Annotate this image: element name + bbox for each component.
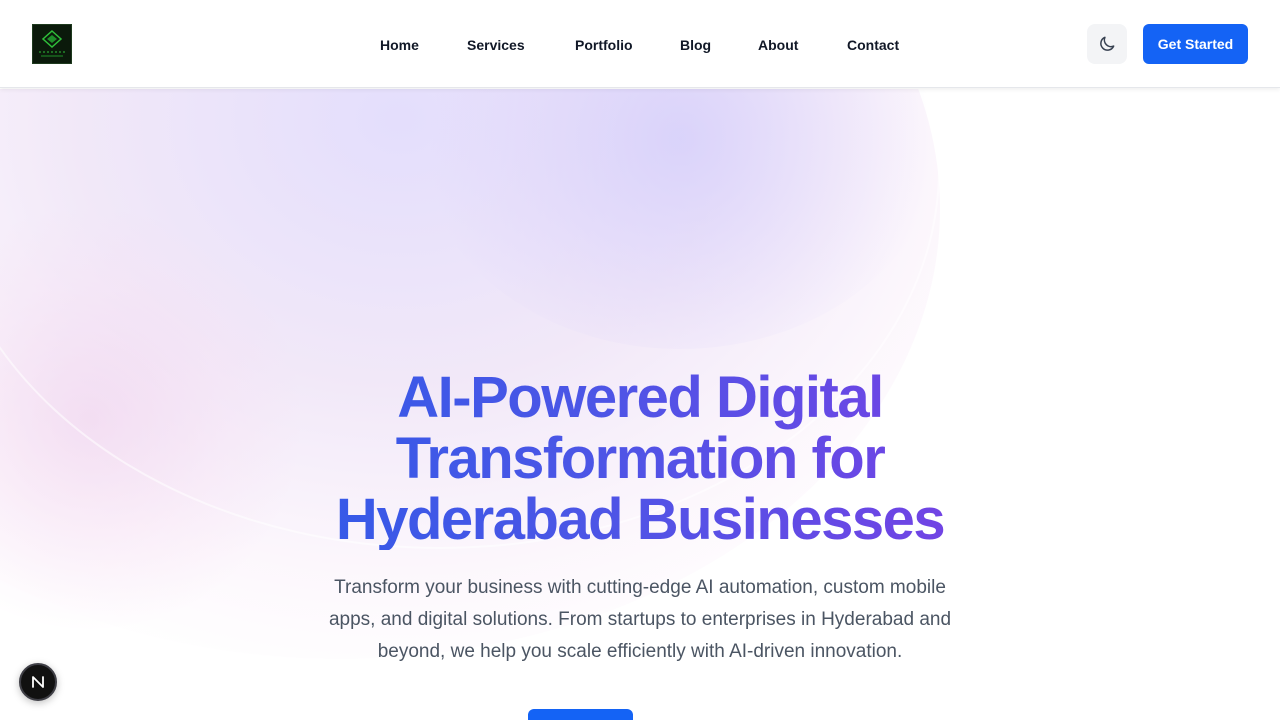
hero-title-line-1: AI-Powered Digital xyxy=(397,365,883,430)
hero-primary-button[interactable] xyxy=(528,709,633,720)
nav-about[interactable]: About xyxy=(758,34,798,56)
hero-section: AI-Powered Digital Transformation for Hy… xyxy=(0,89,1280,720)
moon-icon xyxy=(1100,36,1115,51)
get-started-button[interactable]: Get Started xyxy=(1143,24,1248,64)
nav-contact[interactable]: Contact xyxy=(847,34,899,56)
hero-title: AI-Powered Digital Transformation for Hy… xyxy=(240,367,1040,550)
n-logo-icon xyxy=(32,676,44,688)
nav-portfolio[interactable]: Portfolio xyxy=(575,34,633,56)
dev-tools-badge[interactable] xyxy=(19,663,57,701)
hero-title-line-2: Transformation for xyxy=(395,426,885,491)
nav-services[interactable]: Services xyxy=(467,34,525,56)
nav-home[interactable]: Home xyxy=(380,34,419,56)
site-header: Home Services Portfolio Blog About Conta… xyxy=(0,0,1280,88)
nav-blog[interactable]: Blog xyxy=(680,34,711,56)
hero-title-line-3: Hyderabad Businesses xyxy=(335,487,945,552)
hero-subtitle: Transform your business with cutting-edg… xyxy=(328,577,952,662)
theme-toggle-button[interactable] xyxy=(1087,24,1127,64)
